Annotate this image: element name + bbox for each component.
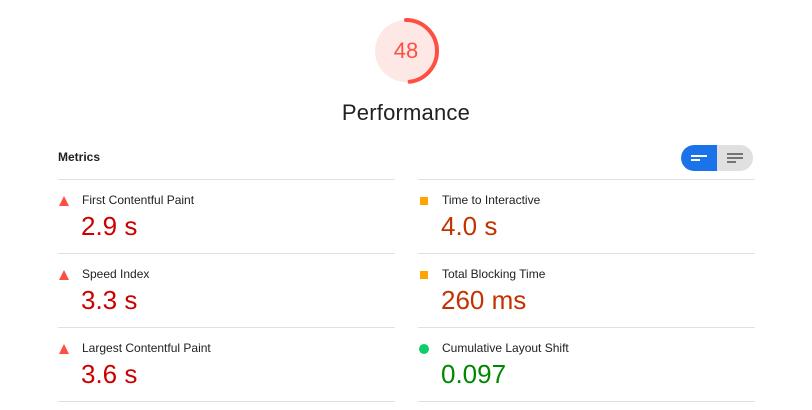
- metric-value: 2.9 s: [81, 211, 138, 241]
- metric-label: First Contentful Paint: [82, 193, 195, 207]
- performance-score: 48: [393, 38, 419, 63]
- metric-cumulative-layout-shift: Cumulative Layout Shift 0.097: [418, 327, 755, 402]
- metric-time-to-interactive: Time to Interactive 4.0 s: [418, 179, 755, 253]
- list-compact-icon: [691, 155, 707, 161]
- metrics-column-right: Time to Interactive 4.0 s Total Blocking…: [418, 179, 755, 402]
- metrics-heading: Metrics: [58, 150, 101, 164]
- metric-value: 3.6 s: [81, 359, 138, 389]
- average-square-icon: [420, 271, 428, 279]
- metric-speed-index: Speed Index 3.3 s: [58, 253, 395, 327]
- fail-triangle-icon: [59, 344, 69, 354]
- fail-triangle-icon: [59, 270, 69, 280]
- metric-value: 4.0 s: [441, 211, 498, 241]
- metric-label: Total Blocking Time: [442, 267, 546, 281]
- list-view-compact-button[interactable]: [681, 145, 717, 171]
- pass-circle-icon: [419, 344, 429, 354]
- list-detailed-icon: [727, 153, 743, 163]
- metric-label: Speed Index: [82, 267, 150, 281]
- category-title: Performance: [341, 100, 471, 125]
- metrics-column-left: First Contentful Paint 2.9 s Speed Index…: [58, 179, 395, 402]
- metric-value: 3.3 s: [81, 285, 138, 315]
- metric-first-contentful-paint: First Contentful Paint 2.9 s: [58, 179, 395, 253]
- metric-value: 0.097: [441, 359, 507, 389]
- average-square-icon: [420, 197, 428, 205]
- metric-value: 260 ms: [441, 285, 527, 315]
- metric-label: Time to Interactive: [442, 193, 541, 207]
- metric-label: Largest Contentful Paint: [82, 341, 211, 355]
- fail-triangle-icon: [59, 196, 69, 206]
- metric-total-blocking-time: Total Blocking Time 260 ms: [418, 253, 755, 327]
- performance-score-gauge: 48: [370, 15, 442, 87]
- metric-largest-contentful-paint: Largest Contentful Paint 3.6 s: [58, 327, 395, 402]
- metric-label: Cumulative Layout Shift: [442, 341, 569, 355]
- list-view-detailed-button[interactable]: [717, 145, 753, 171]
- metrics-view-toggle[interactable]: [681, 145, 753, 171]
